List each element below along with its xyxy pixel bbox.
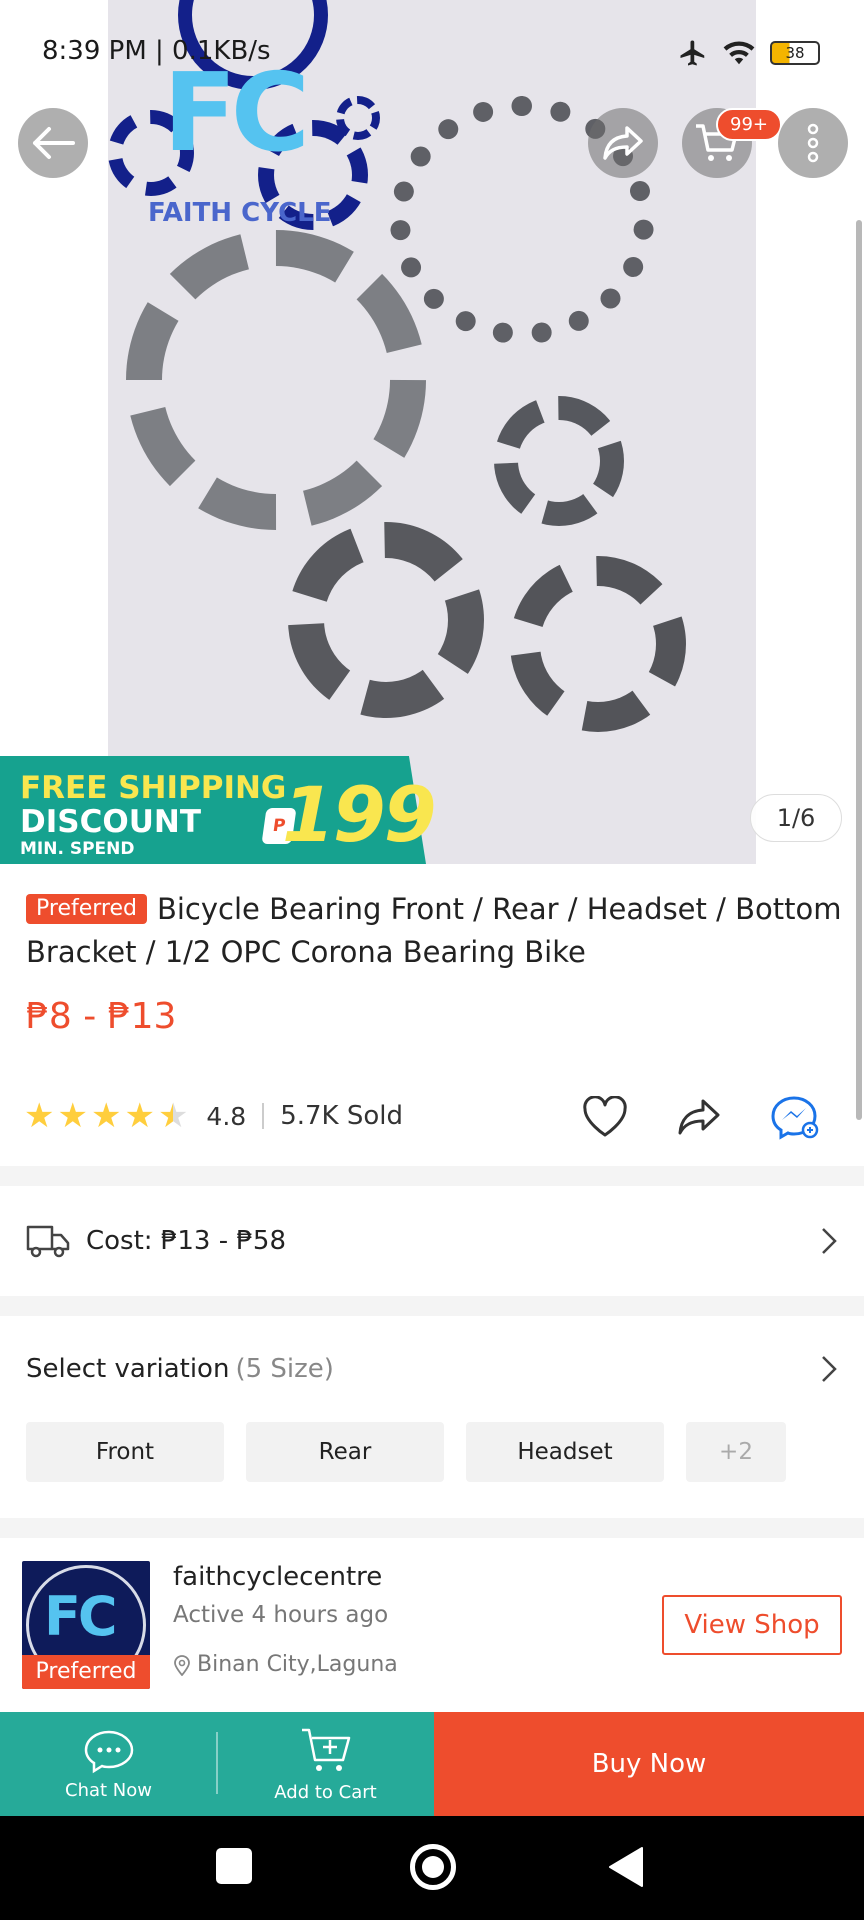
add-to-cart-button[interactable]: Add to Cart [217,1712,434,1816]
back-button[interactable] [18,108,88,178]
banner-line2: DISCOUNT [20,804,201,840]
view-shop-button[interactable]: View Shop [662,1595,842,1655]
divider [262,1103,265,1129]
bearing-ring [288,522,484,718]
battery-icon: 38 [770,41,820,65]
star-icon: ★ [90,1096,122,1136]
status-icons: 38 [678,38,820,68]
product-price: ₱8 - ₱13 [26,996,177,1037]
messenger-icon [771,1096,819,1140]
shop-preferred-badge: Preferred [22,1655,150,1689]
variation-row[interactable]: Select variation (5 Size) [0,1316,864,1422]
banner-amount: 199 [282,770,437,859]
banner-line1: FREE SHIPPING [20,770,287,806]
rating-value: 4.8 [206,1101,247,1131]
variation-label: Select variation [26,1354,230,1384]
section-divider [0,1166,864,1186]
chevron-right-icon [822,1228,837,1254]
share-button[interactable] [588,108,658,178]
rating-row: ★ ★ ★ ★ ★ 4.8 5.7K Sold [24,1096,403,1136]
product-title-block: Preferred Bicycle Bearing Front / Rear / … [26,888,846,974]
shipping-row[interactable]: Cost: ₱13 - ₱58 [0,1186,864,1296]
system-nav-bar [0,1816,864,1920]
logo-name: FAITH CYCLE [148,198,332,228]
bottom-action-bar: Chat Now Add to Cart Buy Now [0,1712,864,1816]
share-icon [678,1099,720,1135]
variation-option-headset[interactable]: Headset [466,1422,664,1482]
chat-icon [84,1730,133,1773]
airplane-icon [680,40,705,66]
cart-count-badge: 99+ [716,108,782,141]
product-title: Bicycle Bearing Front / Rear / Headset /… [26,892,842,969]
more-options-button[interactable] [778,108,848,178]
chevron-right-icon [822,1356,837,1382]
wifi-icon [723,41,755,65]
scrollbar[interactable] [856,220,862,1120]
share-product-button[interactable] [672,1092,726,1142]
star-icon: ★ [57,1096,88,1136]
secondary-actions: Chat Now Add to Cart [0,1712,434,1816]
sold-count: 5.7K Sold [280,1101,403,1131]
shop-location-text: Binan City,Laguna [197,1652,398,1677]
shop-active-status: Active 4 hours ago [173,1602,389,1628]
buy-now-button[interactable]: Buy Now [434,1712,864,1816]
bearing-ring [126,230,426,530]
chat-now-button[interactable]: Chat Now [0,1712,217,1816]
variation-option-front[interactable]: Front [26,1422,224,1482]
chat-now-label: Chat Now [65,1779,152,1801]
section-divider [0,1296,864,1316]
shop-avatar[interactable]: FC Preferred [22,1561,150,1689]
messenger-share-button[interactable] [768,1092,822,1142]
divider [216,1732,218,1794]
truck-icon [26,1225,70,1258]
share-icon [603,126,643,160]
image-counter: 1/6 [750,794,842,842]
home-dot [422,1856,444,1878]
gear-graphic [336,96,380,140]
variation-count: (5 Size) [235,1354,334,1384]
half-star-icon: ★ [157,1096,189,1136]
variation-option-rear[interactable]: Rear [246,1422,444,1482]
status-time: 8:39 PM | 0.1KB/s [42,36,271,66]
more-vertical-icon [807,123,819,163]
like-button[interactable] [578,1092,632,1142]
variation-more[interactable]: +2 [686,1422,786,1482]
arrow-left-icon [33,127,75,159]
back-triangle-icon[interactable] [608,1846,644,1888]
star-icon: ★ [124,1096,155,1136]
bearing-ring [494,396,624,526]
section-divider [0,1518,864,1538]
product-image-carousel[interactable]: FC FAITH CYCLE 8:39 PM | 0.1KB/s 38 99+ … [0,0,864,864]
recents-button[interactable] [216,1848,252,1884]
star-icon: ★ [24,1096,55,1136]
add-to-cart-icon [301,1728,350,1771]
home-button[interactable] [410,1844,456,1890]
location-pin-icon [174,1654,190,1676]
shop-name[interactable]: faithcyclecentre [173,1562,382,1592]
banner-line3: MIN. SPEND [20,839,135,859]
bearing-ring [510,556,686,732]
star-rating: ★ ★ ★ ★ ★ [24,1099,188,1133]
variation-options: Front Rear Headset +2 [26,1422,786,1482]
avatar-logo-text: FC [44,1585,118,1648]
add-to-cart-label: Add to Cart [274,1781,377,1803]
heart-icon [583,1096,627,1137]
preferred-badge: Preferred [26,894,147,924]
shop-location: Binan City,Laguna [173,1652,398,1677]
shipping-cost: Cost: ₱13 - ₱58 [86,1226,286,1256]
logo-text: FC [163,51,310,176]
